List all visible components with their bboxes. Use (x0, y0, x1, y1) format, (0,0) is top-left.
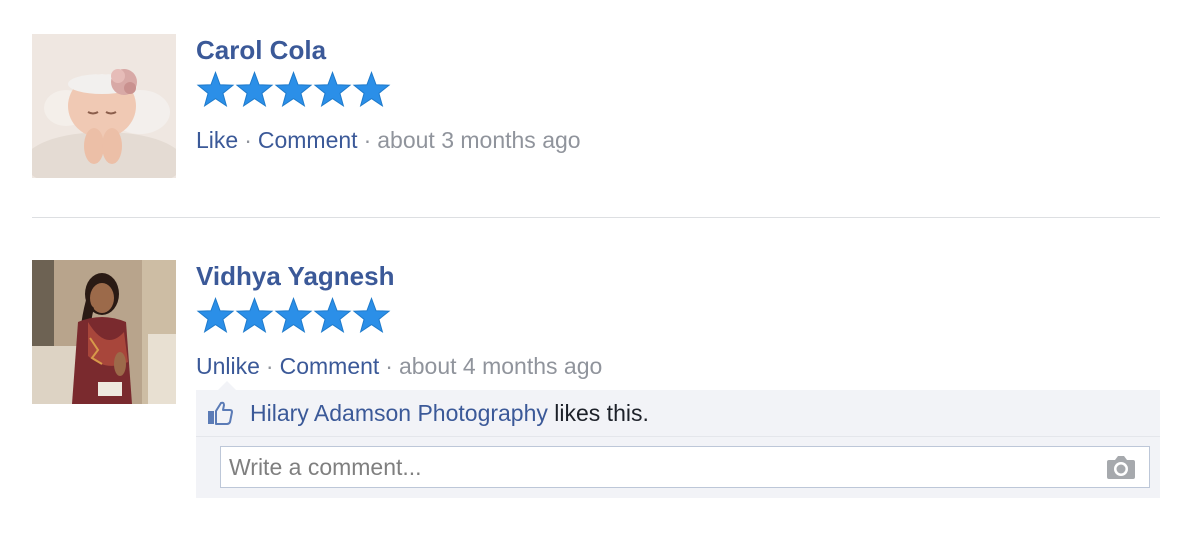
star-icon (313, 297, 352, 334)
reviewer-name[interactable]: Vidhya Yagnesh (196, 260, 394, 292)
likes-suffix: likes this. (547, 399, 649, 426)
star-icon (274, 71, 313, 108)
liker-link[interactable]: Hilary Adamson Photography (250, 400, 548, 427)
timestamp[interactable]: about 3 months ago (377, 127, 580, 153)
star-rating (196, 296, 391, 336)
separator: · (244, 127, 252, 153)
review-actions: Like · Comment · about 3 months ago (196, 124, 581, 156)
separator: · (385, 353, 393, 379)
timestamp[interactable]: about 4 months ago (399, 353, 602, 379)
avatar[interactable] (32, 34, 176, 178)
camera-icon[interactable] (1105, 455, 1137, 481)
likes-box: Hilary Adamson Photography likes this. (196, 381, 1160, 498)
star-icon (235, 297, 274, 334)
star-icon (352, 297, 391, 334)
star-icon (274, 297, 313, 334)
likes-summary: Hilary Adamson Photography likes this. (206, 396, 649, 430)
comment-link[interactable]: Comment (280, 353, 380, 379)
separator: · (265, 353, 274, 379)
comment-input[interactable] (221, 447, 1101, 487)
star-rating (196, 70, 391, 110)
star-icon (352, 71, 391, 108)
likes-box-caret (218, 381, 236, 390)
review-actions: Unlike · Comment · about 4 months ago (196, 350, 602, 382)
separator: · (363, 127, 372, 153)
star-icon (196, 297, 235, 334)
reviewer-name[interactable]: Carol Cola (196, 34, 326, 66)
comment-box (220, 446, 1150, 488)
review-divider (32, 217, 1160, 218)
star-icon (235, 71, 274, 108)
baby-photo (32, 34, 176, 178)
like-link[interactable]: Like (196, 127, 238, 153)
likes-divider (196, 436, 1160, 437)
star-icon (196, 71, 235, 108)
thumbs-up-icon (208, 401, 233, 425)
unlike-link[interactable]: Unlike (196, 353, 260, 379)
avatar[interactable] (32, 260, 176, 404)
woman-in-saree-photo (32, 260, 176, 404)
star-icon (313, 71, 352, 108)
comment-link[interactable]: Comment (258, 127, 358, 153)
